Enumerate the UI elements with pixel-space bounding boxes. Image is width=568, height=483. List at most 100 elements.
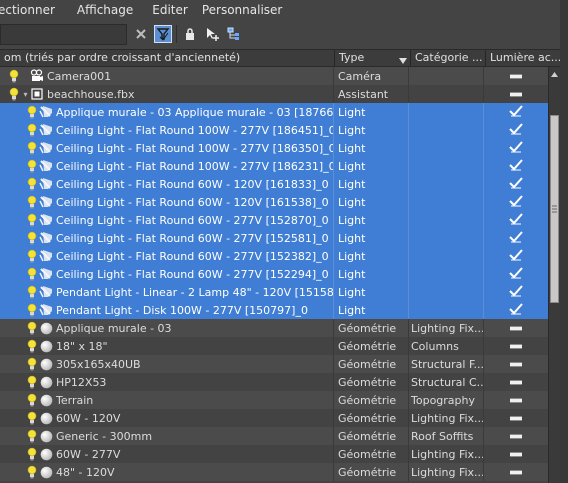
- name-cell: Ceiling Light - Flat Round 60W - 277V [1…: [0, 211, 334, 229]
- light-active-cell[interactable]: [484, 355, 548, 373]
- table-row[interactable]: Applique murale - 03 Applique murale - 0…: [0, 103, 548, 121]
- light-active-cell[interactable]: [484, 103, 548, 121]
- table-row[interactable]: 48" - 120V Géométrie Lighting Fix...: [0, 463, 548, 481]
- table-row[interactable]: Ceiling Light - Flat Round 100W - 277V […: [0, 121, 548, 139]
- light-active-cell[interactable]: [484, 121, 548, 139]
- disabled-dash-icon: [510, 91, 522, 97]
- light-active-cell[interactable]: [484, 193, 548, 211]
- light-bulb-icon[interactable]: [25, 429, 39, 443]
- select-add-icon[interactable]: [203, 25, 221, 43]
- table-row[interactable]: Ceiling Light - Flat Round 60W - 277V [1…: [0, 211, 548, 229]
- disabled-dash-icon: [510, 325, 522, 331]
- table-row[interactable]: ▾ beachhouse.fbx Assistant: [0, 85, 548, 103]
- name-cell: 305x165x40UB: [0, 355, 334, 373]
- header-name[interactable]: om (triés par ordre croissant d'ancienne…: [0, 50, 335, 66]
- menu-customize[interactable]: Personnaliser: [202, 3, 293, 17]
- table-row[interactable]: Generic - 300mm Géométrie Roof Soffits: [0, 427, 548, 445]
- table-row[interactable]: Pendant Light - Disk 100W - 277V [150797…: [0, 301, 548, 319]
- lock-icon[interactable]: [181, 25, 199, 43]
- object-name: Pendant Light - Linear - 2 Lamp 48" - 12…: [56, 285, 334, 299]
- light-bulb-icon[interactable]: [25, 159, 39, 173]
- light-active-cell[interactable]: [484, 139, 548, 157]
- table-row[interactable]: Pendant Light - Linear - 2 Lamp 48" - 12…: [0, 283, 548, 301]
- light-active-cell[interactable]: [484, 229, 548, 247]
- table-row[interactable]: Ceiling Light - Flat Round 60W - 277V [1…: [0, 247, 548, 265]
- table-row[interactable]: Ceiling Light - Flat Round 100W - 277V […: [0, 157, 548, 175]
- light-active-cell[interactable]: [484, 319, 548, 337]
- light-bulb-icon[interactable]: [25, 267, 39, 281]
- light-active-cell[interactable]: [484, 175, 548, 193]
- light-active-cell[interactable]: [484, 283, 548, 301]
- light-bulb-icon[interactable]: [25, 285, 39, 299]
- clear-search-icon[interactable]: [132, 25, 150, 43]
- table-row[interactable]: 60W - 277V Géométrie Lighting Fix...: [0, 445, 548, 463]
- light-active-cell[interactable]: [484, 67, 548, 85]
- light-active-cell[interactable]: [484, 85, 548, 103]
- light-bulb-icon[interactable]: [25, 321, 39, 335]
- light-active-cell[interactable]: [484, 157, 548, 175]
- vertical-scrollbar[interactable]: [548, 67, 560, 483]
- category-cell: [409, 247, 484, 265]
- menu-edit[interactable]: Editer: [152, 3, 198, 17]
- scrollbar-thumb[interactable]: [550, 115, 559, 303]
- sphere-icon: [39, 375, 53, 389]
- light-bulb-icon[interactable]: [25, 393, 39, 407]
- light-active-cell[interactable]: [484, 301, 548, 319]
- light-active-cell[interactable]: [484, 247, 548, 265]
- scroll-up-icon[interactable]: [549, 67, 560, 81]
- header-category[interactable]: Catégorie ...: [411, 50, 486, 66]
- header-type[interactable]: Type: [335, 50, 411, 66]
- table-row[interactable]: HP12X53 Géométrie Structural C...: [0, 373, 548, 391]
- header-light[interactable]: Lumière ac...: [486, 50, 560, 66]
- light-bulb-icon[interactable]: [25, 411, 39, 425]
- search-input[interactable]: [0, 23, 127, 45]
- light-active-cell[interactable]: [484, 265, 548, 283]
- lamp-icon: [39, 141, 53, 155]
- table-row[interactable]: Ceiling Light - Flat Round 60W - 277V [1…: [0, 265, 548, 283]
- table-row[interactable]: Applique murale - 03 Géométrie Lighting Fi…: [0, 319, 548, 337]
- light-bulb-icon[interactable]: [25, 303, 39, 317]
- light-active-cell[interactable]: [484, 373, 548, 391]
- light-bulb-icon[interactable]: [25, 141, 39, 155]
- light-bulb-icon[interactable]: [25, 375, 39, 389]
- light-active-cell[interactable]: [484, 445, 548, 463]
- name-cell: 48" - 120V: [0, 463, 334, 481]
- light-bulb-icon[interactable]: [25, 339, 39, 353]
- hierarchy-select-icon[interactable]: [225, 25, 243, 43]
- light-active-cell[interactable]: [484, 463, 548, 481]
- light-active-cell[interactable]: [484, 391, 548, 409]
- table-row[interactable]: Ceiling Light - Flat Round 100W - 277V […: [0, 139, 548, 157]
- light-bulb-icon[interactable]: [7, 69, 21, 83]
- light-bulb-icon[interactable]: [25, 447, 39, 461]
- light-bulb-icon[interactable]: [25, 249, 39, 263]
- light-active-cell[interactable]: [484, 427, 548, 445]
- light-bulb-icon[interactable]: [25, 177, 39, 191]
- object-name: Applique murale - 03 Applique murale - 0…: [56, 105, 334, 119]
- light-active-cell[interactable]: [484, 211, 548, 229]
- table-row[interactable]: 305x165x40UB Géométrie Structural F...: [0, 355, 548, 373]
- light-bulb-icon[interactable]: [25, 231, 39, 245]
- light-bulb-icon[interactable]: [25, 195, 39, 209]
- toolbar: [0, 22, 568, 46]
- light-bulb-icon[interactable]: [7, 87, 21, 101]
- table-row[interactable]: Ceiling Light - Flat Round 60W - 120V [1…: [0, 193, 548, 211]
- light-active-cell[interactable]: [484, 337, 548, 355]
- filter-icon[interactable]: [154, 25, 172, 43]
- light-bulb-icon[interactable]: [25, 465, 39, 479]
- table-row[interactable]: Camera001 Caméra: [0, 67, 548, 85]
- light-bulb-icon[interactable]: [25, 213, 39, 227]
- menu-display[interactable]: Affichage: [77, 3, 143, 17]
- table-row[interactable]: Terrain Géométrie Topography: [0, 391, 548, 409]
- name-cell: 60W - 120V: [0, 409, 334, 427]
- expand-arrow-icon[interactable]: ▾: [21, 90, 30, 99]
- table-row[interactable]: Ceiling Light - Flat Round 60W - 120V [1…: [0, 175, 548, 193]
- type-cell: Light: [334, 121, 409, 139]
- table-row[interactable]: Ceiling Light - Flat Round 60W - 277V [1…: [0, 229, 548, 247]
- light-bulb-icon[interactable]: [25, 105, 39, 119]
- table-row[interactable]: 60W - 120V Géométrie Lighting Fix...: [0, 409, 548, 427]
- light-active-cell[interactable]: [484, 409, 548, 427]
- table-row[interactable]: 18" x 18" Géométrie Columns: [0, 337, 548, 355]
- menu-select[interactable]: ectionner: [0, 3, 65, 17]
- light-bulb-icon[interactable]: [25, 357, 39, 371]
- light-bulb-icon[interactable]: [25, 123, 39, 137]
